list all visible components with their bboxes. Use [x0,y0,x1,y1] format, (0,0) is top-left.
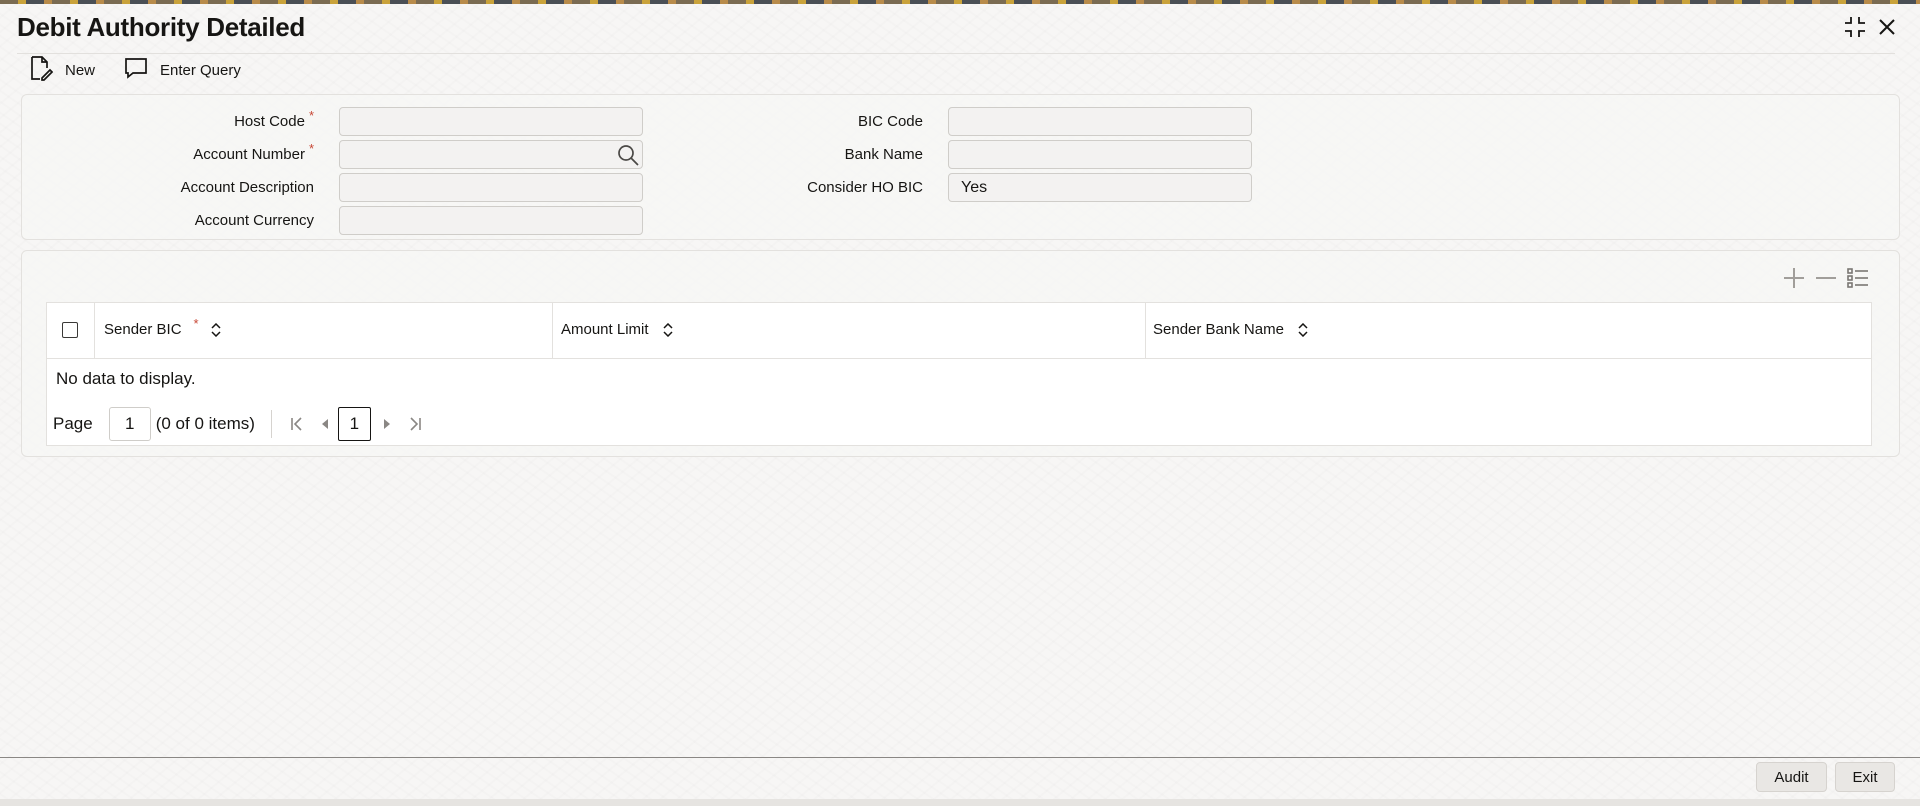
last-page-icon[interactable] [407,416,423,432]
new-button-label: New [65,61,96,79]
account-currency-label: Account Currency [194,212,314,229]
previous-page-icon[interactable] [319,416,331,432]
status-strip [0,799,1920,806]
items-count: (0 of 0 items) [155,414,255,433]
audit-button[interactable]: Audit [1756,762,1827,792]
header-decoration-strip [0,0,1920,4]
title-divider [17,53,1895,54]
account-number-label: Account Number * [193,141,314,163]
page-number-input[interactable]: 1 [108,407,151,441]
bic-code-input[interactable] [948,107,1252,136]
column-label: Amount Limit [561,321,649,338]
column-divider [552,303,553,359]
new-document-icon [29,55,54,85]
required-indicator: * [193,316,199,331]
bank-name-label: Bank Name [844,146,923,163]
column-divider [94,303,95,359]
sort-icon[interactable] [663,322,673,337]
close-icon[interactable] [1874,14,1900,40]
delete-row-icon[interactable] [1814,266,1838,295]
consider-ho-bic-label: Consider HO BIC [807,179,923,196]
page-label: Page [53,414,93,433]
consider-ho-bic-input[interactable] [948,173,1252,202]
account-description-input[interactable] [339,173,643,202]
column-label: Sender BIC [104,321,182,338]
current-page-button[interactable]: 1 [337,407,371,441]
new-button[interactable]: New [29,55,96,85]
next-page-icon[interactable] [381,416,393,432]
required-indicator: * [308,108,314,123]
first-page-icon[interactable] [289,416,305,432]
column-header-amount-limit[interactable]: Amount Limit [561,321,673,338]
search-icon[interactable] [616,143,640,172]
enter-query-label: Enter Query [160,61,241,79]
column-label: Sender Bank Name [1153,321,1284,338]
sort-icon[interactable] [1298,322,1308,337]
required-indicator: * [308,141,314,156]
data-grid: Sender BIC * Amount Limit Sender Bank Na… [46,302,1872,446]
host-code-label: Host Code * [234,108,314,130]
column-header-sender-bank-name[interactable]: Sender Bank Name [1153,321,1308,338]
bank-name-input[interactable] [948,140,1252,169]
account-number-input[interactable] [339,140,643,169]
enter-query-button[interactable]: Enter Query [124,57,241,83]
host-code-input[interactable] [339,107,643,136]
column-header-sender-bic[interactable]: Sender BIC * [104,316,221,338]
add-row-icon[interactable] [1782,266,1806,295]
pagination: Page 1 (0 of 0 items) 1 [53,407,430,441]
empty-message: No data to display. [56,369,196,388]
select-all-checkbox[interactable] [62,322,78,338]
chat-bubble-icon [124,56,148,84]
minimize-icon[interactable] [1842,14,1868,40]
column-divider [1145,303,1146,359]
exit-button[interactable]: Exit [1835,762,1895,792]
grid-header-row: Sender BIC * Amount Limit Sender Bank Na… [47,303,1871,359]
page-title: Debit Authority Detailed [17,12,305,42]
sort-icon[interactable] [211,322,221,337]
account-currency-input[interactable] [339,206,643,235]
footer-divider [0,757,1920,758]
pager-divider [270,410,272,438]
account-description-label: Account Description [180,179,314,196]
column-list-icon[interactable] [1846,266,1870,295]
bic-code-label: BIC Code [857,113,923,130]
